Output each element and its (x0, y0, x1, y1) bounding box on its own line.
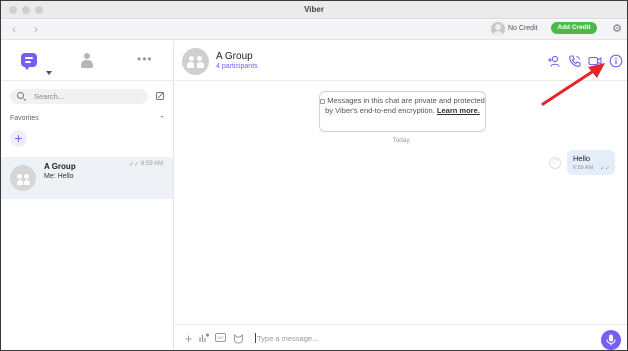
info-icon[interactable] (609, 54, 623, 68)
microphone-icon[interactable] (601, 330, 621, 350)
audio-wave-icon[interactable] (198, 333, 209, 344)
gif-icon[interactable]: GIF (215, 333, 226, 342)
conversation-pane: A Group 4 participants Messages in this … (175, 41, 627, 350)
message-time: 6:59 AM (573, 165, 594, 171)
search-icon (17, 92, 24, 99)
more-icon[interactable]: ••• (137, 53, 153, 65)
group-avatar (10, 165, 36, 191)
sticker-icon[interactable] (233, 333, 244, 344)
chat-time: 6:59 AM (141, 161, 164, 167)
chat-preview: Me: Hello (44, 173, 74, 180)
participants-count[interactable]: 4 participants (216, 63, 258, 70)
read-ticks-icon: ✓✓ (600, 166, 611, 172)
like-icon[interactable]: ♡ (549, 157, 561, 169)
read-ticks-icon: ✓✓ (129, 162, 140, 168)
conversation-header: A Group 4 participants (175, 41, 627, 81)
chevron-down-icon[interactable] (46, 71, 52, 75)
sidebar-tabs: ••• (1, 41, 174, 81)
forward-arrow-icon[interactable]: › (29, 22, 43, 36)
search-input[interactable]: Search... (10, 89, 148, 104)
chat-list-item[interactable]: A Group Me: Hello ✓✓ 6:59 AM (1, 157, 173, 199)
learn-more-link[interactable]: Learn more. (437, 106, 480, 115)
day-separator: Today (392, 137, 410, 144)
plus-icon[interactable]: + (183, 332, 194, 345)
search-placeholder: Search... (34, 92, 65, 101)
chat-icon[interactable] (21, 53, 37, 70)
message-composer: + GIF Type a message... (175, 324, 627, 350)
favorites-label: Favorites (10, 115, 39, 122)
compose-icon[interactable] (156, 92, 164, 100)
user-avatar[interactable] (491, 22, 505, 36)
gear-icon[interactable]: ⚙ (610, 22, 624, 36)
chat-name: A Group (44, 162, 76, 171)
add-credit-button[interactable]: Add Credit (551, 22, 597, 34)
contacts-icon[interactable] (81, 53, 93, 69)
privacy-notice: Messages in this chat are private and pr… (319, 91, 486, 132)
message-bubble[interactable]: Hello 6:59 AM ✓✓ (567, 150, 615, 175)
chevron-up-icon[interactable]: ⌃ (159, 115, 165, 123)
voice-call-icon[interactable] (568, 54, 582, 68)
add-favorite-button[interactable]: + (10, 130, 27, 147)
group-avatar[interactable] (182, 48, 209, 75)
lock-icon (320, 99, 326, 104)
message-text: Hello (573, 154, 591, 163)
text-cursor (255, 333, 256, 343)
top-toolbar: ‹ › No Credit Add Credit ⚙ (1, 20, 627, 40)
title-bar: Viber (1, 1, 627, 19)
sidebar: ••• Search... Favorites ⌃ + A Group Me: … (1, 41, 174, 350)
window-title: Viber (304, 5, 324, 14)
add-participant-icon[interactable] (547, 54, 561, 68)
viber-window: Viber ‹ › No Credit Add Credit ⚙ ••• Sea… (0, 0, 628, 351)
video-call-icon[interactable] (588, 54, 602, 68)
credit-status: No Credit (508, 25, 538, 32)
conversation-title[interactable]: A Group (216, 51, 253, 62)
message-input[interactable]: Type a message... (257, 334, 318, 343)
back-arrow-icon[interactable]: ‹ (7, 22, 21, 36)
